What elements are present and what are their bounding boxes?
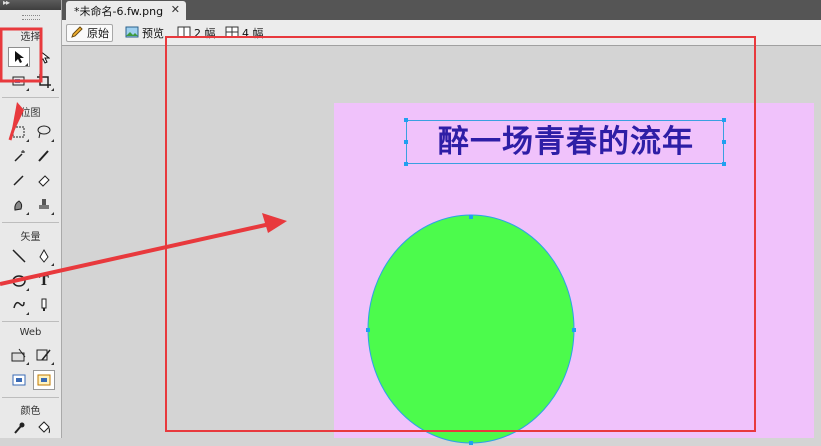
four-up-icon — [225, 26, 239, 41]
blur-tool-button[interactable] — [8, 195, 30, 215]
section-label-web: Web — [19, 327, 42, 338]
divider — [2, 97, 59, 98]
section-label-select: 选择 — [20, 32, 41, 43]
pointer-tool-button[interactable] — [8, 47, 30, 67]
view-preview-label: 预览 — [142, 27, 164, 40]
show-slices-icon — [37, 374, 51, 386]
document-canvas[interactable]: 醉一场青春的流年 — [334, 103, 814, 445]
marquee-icon — [12, 126, 25, 138]
close-tab-icon[interactable]: ✕ — [171, 3, 180, 16]
pencil-icon — [70, 25, 84, 41]
ellipse-icon — [12, 275, 26, 287]
line-tool-button[interactable] — [8, 246, 30, 266]
lasso-tool-button[interactable] — [33, 122, 55, 142]
subselection-arrow-icon — [39, 50, 50, 64]
freeform-icon — [13, 301, 25, 309]
lasso-icon — [37, 125, 51, 139]
divider — [2, 397, 59, 398]
section-label-bitmap: 位图 — [20, 108, 41, 119]
eyedropper-icon — [14, 422, 25, 434]
knife-tool-button[interactable] — [33, 295, 55, 315]
collapse-icon[interactable]: ▸▸ — [3, 0, 10, 7]
text-handle-top-right[interactable] — [722, 118, 726, 122]
line-icon — [12, 249, 26, 263]
subselection-tool-button[interactable] — [33, 47, 55, 67]
view-2up-label: 2 幅 — [194, 27, 216, 40]
two-up-icon — [177, 26, 191, 41]
document-tab-title: *未命名-6.fw.png — [74, 4, 164, 18]
text-tool-icon: T — [39, 273, 49, 289]
document-tab[interactable]: *未命名-6.fw.png ✕ — [66, 1, 186, 20]
selected-text-object[interactable]: 醉一场青春的流年 — [406, 120, 724, 164]
canvas-workspace[interactable]: 醉一场青春的流年 — [62, 46, 821, 445]
text-handle-top-left[interactable] — [404, 118, 408, 122]
view-original-label: 原始 — [87, 27, 109, 40]
section-label-color: 颜色 — [20, 406, 41, 417]
eyedropper-tool-button[interactable] — [8, 418, 30, 438]
text-handle-left[interactable] — [404, 140, 408, 144]
scale-icon — [12, 76, 25, 86]
slice-icon — [36, 349, 51, 361]
hotspot-tool-button[interactable] — [8, 345, 30, 365]
scale-tool-button[interactable] — [8, 71, 30, 91]
hide-slices-icon — [12, 374, 26, 386]
section-label-vector: 矢量 — [20, 232, 41, 243]
knife-icon — [41, 298, 47, 311]
view-4up-button[interactable]: 4 幅 — [222, 24, 267, 42]
pencil-tool-button[interactable] — [8, 170, 30, 190]
view-mode-toolbar: 原始 预览 2 幅 4 幅 — [62, 20, 821, 46]
paint-bucket-icon — [38, 421, 50, 434]
crop-tool-button[interactable] — [33, 71, 55, 91]
tools-panel-header: ▸▸ — [0, 0, 61, 10]
rubber-stamp-tool-button[interactable] — [33, 195, 55, 215]
magic-wand-icon — [14, 150, 25, 162]
preview-image-icon — [125, 26, 139, 41]
show-slices-button[interactable] — [33, 370, 55, 390]
view-original-button[interactable]: 原始 — [66, 24, 113, 42]
pencil-tool-icon — [13, 175, 24, 186]
text-tool-button[interactable]: T — [33, 271, 55, 291]
rubber-stamp-icon — [39, 199, 49, 209]
magic-wand-tool-button[interactable] — [8, 146, 30, 166]
ellipse-tool-button[interactable] — [8, 271, 30, 291]
hotspot-icon — [11, 348, 26, 362]
panel-grip[interactable] — [22, 15, 40, 20]
view-4up-label: 4 幅 — [242, 27, 264, 40]
brush-tool-button[interactable] — [33, 146, 55, 166]
document-tab-strip: *未命名-6.fw.png ✕ — [62, 0, 821, 20]
freeform-tool-button[interactable] — [8, 295, 30, 315]
eraser-icon — [38, 175, 50, 187]
pen-tool-button[interactable] — [33, 246, 55, 266]
hide-slices-button[interactable] — [8, 370, 30, 390]
view-2up-button[interactable]: 2 幅 — [174, 24, 219, 42]
divider — [2, 321, 59, 322]
ellipse-handle-right[interactable] — [572, 328, 576, 332]
text-handle-bottom-right[interactable] — [722, 162, 726, 166]
pen-icon — [39, 249, 49, 263]
marquee-tool-button[interactable] — [8, 122, 30, 142]
canvas-text-content[interactable]: 醉一场青春的流年 — [409, 123, 723, 161]
text-handle-right[interactable] — [722, 140, 726, 144]
divider — [2, 222, 59, 223]
slice-tool-button[interactable] — [33, 345, 55, 365]
brush-icon — [38, 150, 49, 162]
paint-bucket-tool-button[interactable] — [33, 418, 55, 438]
ellipse-handle-left[interactable] — [366, 328, 370, 332]
ellipse-shape[interactable] — [364, 212, 578, 446]
crop-icon — [37, 74, 51, 88]
pointer-arrow-icon — [15, 51, 24, 63]
eraser-tool-button[interactable] — [33, 170, 55, 190]
ellipse-handle-bottom[interactable] — [469, 441, 473, 445]
tools-panel: ▸▸ 选择 位图 矢量 T Web 颜色 — [0, 0, 62, 438]
view-preview-button[interactable]: 预览 — [122, 24, 167, 42]
text-handle-bottom-left[interactable] — [404, 162, 408, 166]
ellipse-handle-top[interactable] — [469, 215, 473, 219]
blur-icon — [14, 200, 23, 211]
